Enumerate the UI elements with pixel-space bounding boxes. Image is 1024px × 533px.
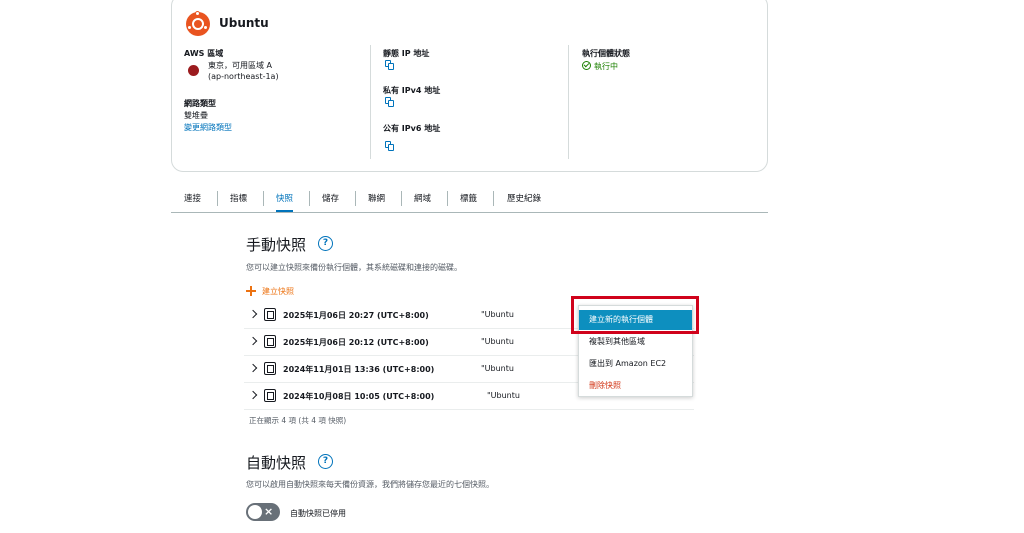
column-divider [370, 45, 371, 159]
menu-item-export-ec2[interactable]: 匯出到 Amazon EC2 [579, 354, 692, 374]
snapshot-source: "Ubuntu [487, 391, 520, 400]
snapshot-icon [264, 308, 276, 321]
tab-bar: 連接 指標 快照 儲存 聯網 網域 標籤 歷史紀錄 [171, 187, 768, 213]
create-snapshot-link[interactable]: 建立快照 [262, 286, 294, 297]
tab-snapshots[interactable]: 快照 [276, 187, 294, 212]
region-code: (ap-northeast-1a) [208, 72, 279, 81]
snapshot-date: 2024年10月08日 10:05 (UTC+8:00) [283, 392, 435, 401]
copy-icon[interactable] [385, 141, 394, 151]
tab-history[interactable]: 歷史紀錄 [507, 187, 541, 212]
snapshot-date: 2025年1月06日 20:27 (UTC+8:00) [283, 311, 429, 320]
column-divider [568, 45, 569, 159]
auto-snapshot-toggle[interactable]: × [246, 503, 280, 521]
help-icon[interactable]: ? [318, 236, 333, 251]
running-status-icon [582, 61, 591, 70]
instance-name: Ubuntu [219, 16, 269, 30]
ubuntu-logo-icon [186, 11, 210, 36]
instance-status-value: 執行中 [594, 62, 618, 71]
snapshot-source: "Ubuntu [481, 337, 514, 346]
network-type-value: 雙堆疊 [184, 111, 208, 120]
chevron-right-icon[interactable] [248, 336, 258, 346]
chevron-right-icon[interactable] [248, 363, 258, 373]
tab-storage[interactable]: 儲存 [322, 187, 339, 212]
snapshot-date: 2025年1月06日 20:12 (UTC+8:00) [283, 338, 429, 347]
manual-snapshots-title: 手動快照 [246, 236, 307, 254]
auto-snapshots-description: 您可以啟用自動快照來每天備份資源，我們將儲存您最近的七個快照。 [246, 480, 494, 489]
instance-status-label: 執行個體狀態 [582, 49, 630, 58]
tab-metrics[interactable]: 指標 [230, 187, 247, 212]
private-ipv4-label: 私有 IPv4 地址 [383, 86, 441, 95]
auto-snapshot-toggle-label: 自動快照已停用 [290, 509, 346, 518]
highlight-box [571, 296, 699, 334]
network-type-label: 網路類型 [184, 99, 216, 108]
tab-domains[interactable]: 網域 [414, 187, 431, 212]
tab-tags[interactable]: 標籤 [460, 187, 477, 212]
region-flag-icon [188, 65, 199, 76]
public-ipv6-label: 公有 IPv6 地址 [383, 124, 441, 133]
snapshot-icon [264, 389, 276, 402]
tab-networking[interactable]: 聯網 [368, 187, 385, 212]
snapshot-icon [264, 362, 276, 375]
manual-snapshots-description: 您可以建立快照來備份執行個體，其系統磁碟和連接的磁碟。 [246, 263, 462, 272]
snapshot-source: "Ubuntu [481, 364, 514, 373]
static-ip-label: 靜態 IP 地址 [383, 49, 430, 58]
copy-icon[interactable] [385, 97, 394, 107]
region-label: AWS 區域 [184, 49, 224, 58]
copy-icon[interactable] [385, 60, 394, 70]
snapshot-source: "Ubuntu [481, 310, 514, 319]
help-icon[interactable]: ? [318, 454, 333, 469]
snapshot-date: 2024年11月01日 13:36 (UTC+8:00) [283, 365, 435, 374]
chevron-right-icon[interactable] [248, 390, 258, 400]
snapshot-count: 正在顯示 4 項 (共 4 項 快照) [249, 416, 347, 425]
menu-item-delete-snapshot[interactable]: 刪除快照 [579, 376, 692, 396]
plus-icon[interactable] [246, 286, 256, 296]
menu-item-copy-to-region[interactable]: 複製到其他區域 [579, 332, 692, 352]
snapshot-icon [264, 335, 276, 348]
close-icon: × [264, 505, 274, 518]
tab-connect[interactable]: 連接 [184, 187, 201, 212]
chevron-right-icon[interactable] [248, 309, 258, 319]
auto-snapshots-title: 自動快照 [246, 454, 307, 472]
region-value: 東京，可用區域 A [208, 61, 273, 70]
change-network-type-link[interactable]: 變更網路類型 [184, 122, 232, 133]
